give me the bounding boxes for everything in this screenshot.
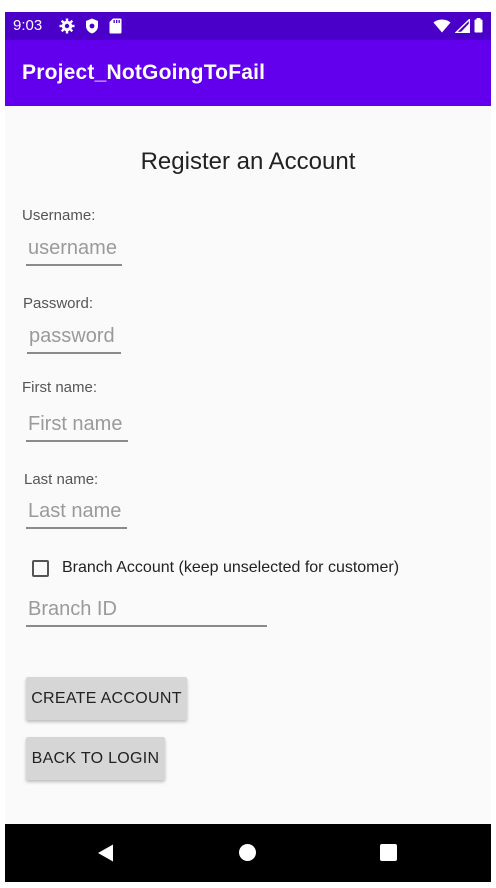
branch-account-label[interactable]: Branch Account (keep unselected for cust…	[62, 559, 399, 577]
app-title: Project_NotGoingToFail	[22, 61, 266, 84]
branch-account-row[interactable]: Branch Account (keep unselected for cust…	[32, 559, 399, 577]
status-bar: 9:03	[5, 12, 491, 40]
sd-card-icon	[109, 18, 122, 39]
status-time: 9:03	[13, 17, 43, 34]
branch-account-checkbox[interactable]	[32, 559, 49, 577]
app-bar: Project_NotGoingToFail	[5, 40, 491, 106]
back-icon[interactable]	[97, 844, 114, 867]
app-screen: 9:03 Project_NotGoingToFail Register an …	[5, 12, 491, 882]
username-label: Username:	[22, 207, 96, 224]
gear-icon	[59, 18, 75, 39]
create-account-button[interactable]: CREATE ACCOUNT	[26, 677, 187, 720]
battery-icon	[474, 18, 483, 38]
branch-id-field[interactable]	[26, 595, 269, 627]
page-title: Register an Account	[140, 148, 356, 175]
recents-icon[interactable]	[380, 844, 397, 861]
system-nav-bar	[5, 824, 491, 882]
password-input[interactable]	[27, 322, 123, 350]
username-input[interactable]	[26, 234, 124, 262]
password-label: Password:	[23, 295, 94, 312]
username-field[interactable]	[26, 234, 124, 266]
wifi-icon	[433, 19, 451, 38]
first-name-label: First name:	[22, 379, 98, 396]
first-name-field[interactable]	[26, 410, 130, 442]
branch-id-input[interactable]	[26, 595, 269, 623]
last-name-field[interactable]	[26, 497, 129, 529]
status-icons-left	[59, 18, 122, 39]
cell-signal-icon	[454, 17, 471, 38]
last-name-label: Last name:	[24, 471, 99, 488]
shield-icon	[85, 18, 99, 39]
status-icons-right	[433, 17, 483, 38]
password-field[interactable]	[27, 322, 123, 354]
back-to-login-button[interactable]: BACK TO LOGIN	[26, 737, 165, 780]
last-name-input[interactable]	[26, 497, 129, 525]
first-name-input[interactable]	[26, 410, 130, 438]
home-icon[interactable]	[239, 844, 256, 861]
